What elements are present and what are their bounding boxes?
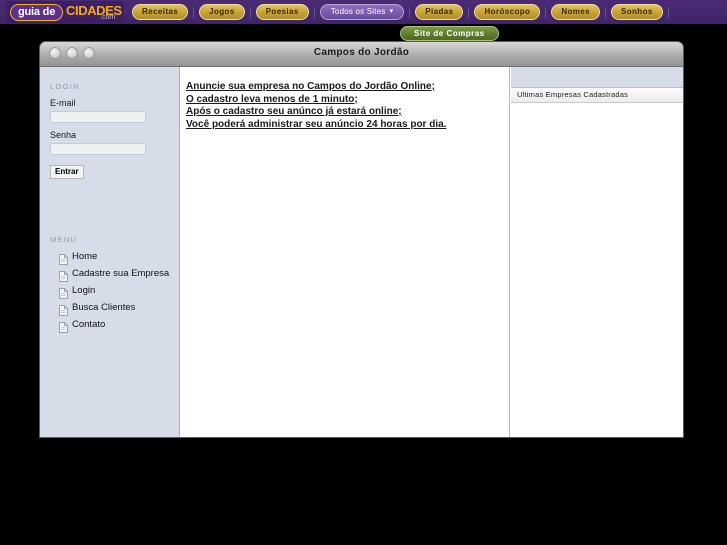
main-content-column: Anuncie sua empresa no Campos do Jordão … [181, 67, 510, 437]
menu-section-label: MENU [50, 235, 78, 244]
right-column-title: Ultimas Empresas Cadastradas [511, 88, 683, 103]
login-section-label: LOGIN [50, 82, 80, 91]
promo-line[interactable]: Anuncie sua empresa no Campos do Jordão … [186, 81, 509, 93]
nav-separator [313, 6, 315, 18]
nav-separator [605, 6, 606, 18]
nav-button-sonhos[interactable]: Sonhos [611, 4, 663, 20]
nav-button-nomes[interactable]: Nomes [551, 4, 600, 20]
sidebar-item-cadastre-sua-empresa[interactable]: Cadastre sua Empresa [50, 268, 175, 282]
nav-separator [249, 6, 251, 18]
password-field[interactable] [50, 143, 146, 155]
nav-button-poesias[interactable]: Poesias [255, 4, 309, 20]
menu-list: Home Cadastre sua Empresa Login Busca Cl… [50, 251, 175, 333]
page-content: LOGIN E-mail Senha Entrar MENU Home Cada… [40, 67, 683, 437]
nav-button-receitas[interactable]: Receitas [132, 4, 189, 20]
sidebar-item-label: Home [72, 251, 98, 262]
sidebar: LOGIN E-mail Senha Entrar MENU Home Cada… [40, 67, 180, 437]
nav-separator [468, 6, 470, 18]
sidebar-item-login[interactable]: Login [50, 285, 175, 299]
sidebar-item-label: Cadastre sua Empresa [72, 268, 170, 279]
logo-pill-text: guia de [10, 4, 64, 21]
document-icon [59, 252, 68, 265]
nav-separator [667, 6, 669, 18]
sidebar-item-home[interactable]: Home [50, 251, 175, 265]
application-window: Campos do Jordão LOGIN E-mail Senha Entr… [40, 42, 683, 437]
nav-button-horoscopo[interactable]: Horóscopo [474, 4, 541, 20]
senha-label: Senha [50, 130, 77, 140]
nav-separator [193, 6, 195, 18]
sidebar-menu: MENU Home Cadastre sua Empresa Login Bus… [50, 235, 175, 336]
nav-button-group: Receitas Jogos Poesias Todos os Sites ▾ P… [128, 0, 670, 24]
promo-message-list: Anuncie sua empresa no Campos do Jordão … [186, 81, 509, 130]
sidebar-item-label: Busca Clientes [72, 302, 136, 313]
latest-companies-list [511, 103, 683, 437]
email-field[interactable] [50, 111, 146, 123]
document-icon [59, 286, 68, 299]
nav-button-piadas[interactable]: Piadas [415, 4, 464, 20]
document-icon [59, 320, 68, 333]
login-form: LOGIN E-mail Senha Entrar [50, 82, 170, 179]
sidebar-item-label: Login [72, 285, 96, 296]
nav-dropdown-todos-os-sites[interactable]: Todos os Sites ▾ [319, 4, 405, 20]
nav-button-site-de-compras[interactable]: Site de Compras [400, 26, 499, 41]
document-icon [59, 269, 68, 282]
right-column-spacer [511, 67, 683, 88]
secondary-nav-row: Site de Compras [0, 24, 727, 41]
sidebar-item-contato[interactable]: Contato [50, 319, 175, 333]
window-title: Campos do Jordão [313, 47, 410, 58]
promo-line[interactable]: Você poderá administrar seu anúncio 24 h… [186, 119, 509, 131]
promo-line[interactable]: Após o cadastro seu anúnco já estará onl… [186, 106, 509, 118]
chevron-down-icon: ▾ [389, 8, 394, 15]
nav-separator [545, 6, 547, 18]
sidebar-item-busca-clientes[interactable]: Busca Clientes [50, 302, 175, 316]
login-submit-button[interactable]: Entrar [50, 165, 84, 179]
nav-button-jogos[interactable]: Jogos [199, 4, 245, 20]
site-logo[interactable]: guia de CIDADES .com [6, 1, 124, 23]
email-label: E-mail [50, 98, 76, 108]
site-top-navigation-bar: guia de CIDADES .com Receitas Jogos Poes… [0, 0, 727, 24]
logo-tld: .com [100, 14, 116, 21]
window-title-bar[interactable]: Campos do Jordão [40, 42, 683, 67]
right-column: Ultimas Empresas Cadastradas [511, 67, 683, 437]
nav-separator [409, 6, 411, 18]
promo-line[interactable]: O cadastro leva menos de 1 minuto; [186, 94, 509, 106]
nav-dropdown-label: Todos os Sites [330, 7, 386, 16]
document-icon [59, 303, 68, 316]
sidebar-item-label: Contato [72, 319, 106, 330]
